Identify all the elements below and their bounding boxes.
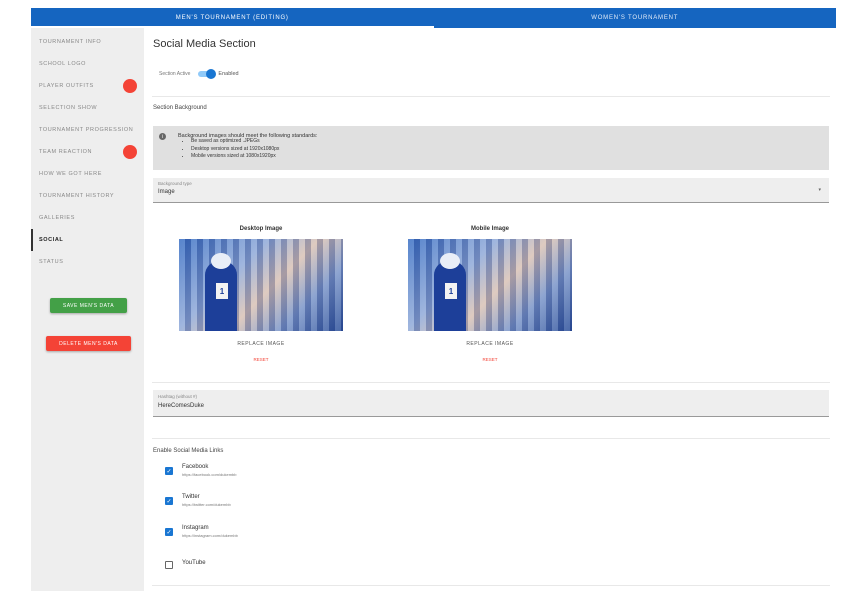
mascot-number-graphic: 1 bbox=[445, 283, 457, 299]
social-link-name: Instagram bbox=[182, 525, 209, 531]
replace-desktop-image-button[interactable]: REPLACE IMAGE bbox=[226, 338, 296, 350]
app-window: MEN'S TOURNAMENT (EDITING) WOMEN'S TOURN… bbox=[31, 8, 836, 591]
background-info-box: i Background images should meet the foll… bbox=[153, 126, 829, 170]
switch-knob bbox=[206, 69, 217, 79]
divider bbox=[152, 585, 830, 586]
desktop-image-preview: 1 bbox=[179, 239, 343, 331]
mobile-image-panel: Mobile Image 1 REPLACE IMAGE RESET bbox=[408, 226, 572, 362]
sidebar-item-label: PLAYER OUTFITS bbox=[39, 83, 94, 89]
sidebar-item-label: TOURNAMENT HISTORY bbox=[39, 193, 115, 199]
tab-mens-tournament[interactable]: MEN'S TOURNAMENT (EDITING) bbox=[31, 8, 434, 28]
sidebar-item-label: SCHOOL LOGO bbox=[39, 61, 87, 67]
background-type-select[interactable]: Background type Image ▾ bbox=[153, 178, 829, 203]
social-link-url: https://facebook.com/dukembb bbox=[182, 472, 237, 477]
crowd-graphic bbox=[179, 239, 343, 331]
sidebar-item-galleries[interactable]: GALLERIES bbox=[31, 207, 144, 229]
replace-mobile-image-button[interactable]: REPLACE IMAGE bbox=[455, 338, 525, 350]
sidebar-item-tournament-history[interactable]: TOURNAMENT HISTORY bbox=[31, 185, 144, 207]
sidebar: TOURNAMENT INFO SCHOOL LOGO PLAYER OUTFI… bbox=[31, 28, 144, 591]
chevron-down-icon: ▾ bbox=[818, 187, 821, 193]
select-label: Background type bbox=[158, 181, 192, 186]
mascot-head-graphic bbox=[211, 253, 231, 269]
info-item: Mobile versions sized at 1080x1920px bbox=[191, 153, 279, 161]
save-mens-data-button[interactable]: SAVE MEN'S DATA bbox=[50, 298, 127, 313]
delete-mens-data-button[interactable]: DELETE MEN'S DATA bbox=[46, 336, 131, 351]
section-active-toggle-row: Section Active Enabled bbox=[159, 68, 239, 80]
info-icon: i bbox=[159, 133, 166, 140]
sidebar-item-label: SELECTION SHOW bbox=[39, 105, 98, 111]
social-link-url: https://twitter.com/dukembb bbox=[182, 502, 231, 507]
desktop-image-title: Desktop Image bbox=[239, 226, 283, 232]
sidebar-item-selection-show[interactable]: SELECTION SHOW bbox=[31, 97, 144, 119]
sidebar-item-status[interactable]: STATUS bbox=[31, 251, 144, 273]
youtube-checkbox[interactable] bbox=[165, 561, 173, 569]
section-active-switch[interactable] bbox=[198, 69, 217, 79]
social-link-text: Facebook https://facebook.com/dukembb bbox=[182, 464, 236, 477]
page-title: Social Media Section bbox=[153, 38, 256, 50]
sidebar-item-school-logo[interactable]: SCHOOL LOGO bbox=[31, 53, 144, 75]
select-value: Image bbox=[158, 189, 175, 195]
section-background-heading: Section Background bbox=[153, 105, 207, 111]
reset-desktop-image-link[interactable]: RESET bbox=[179, 357, 343, 362]
crowd-graphic bbox=[408, 239, 572, 331]
desktop-image-panel: Desktop Image 1 REPLACE IMAGE RESET bbox=[179, 226, 343, 362]
mascot-number-graphic: 1 bbox=[216, 283, 228, 299]
social-link-url: https://instagram.com/dukembb bbox=[182, 533, 238, 538]
sidebar-item-label: SOCIAL bbox=[39, 237, 64, 243]
sidebar-item-social[interactable]: SOCIAL bbox=[31, 229, 144, 251]
info-item: Desktop versions sized at 1920x1080px bbox=[191, 146, 279, 154]
divider bbox=[152, 96, 830, 97]
social-link-instagram: ✓ Instagram https://instagram.com/dukemb… bbox=[165, 525, 238, 547]
alert-badge bbox=[123, 145, 137, 159]
mobile-image-preview: 1 bbox=[408, 239, 572, 331]
mobile-image-title: Mobile Image bbox=[470, 226, 509, 232]
social-link-facebook: ✓ Facebook https://facebook.com/dukembb bbox=[165, 464, 236, 486]
tournament-tabs: MEN'S TOURNAMENT (EDITING) WOMEN'S TOURN… bbox=[31, 8, 836, 28]
hashtag-label: Hashtag (without #) bbox=[158, 394, 198, 399]
social-link-text: Instagram https://instagram.com/dukembb bbox=[182, 525, 238, 538]
social-link-name: YouTube bbox=[182, 560, 206, 566]
hashtag-value: HereComesDuke bbox=[158, 403, 205, 409]
sidebar-item-tournament-info[interactable]: TOURNAMENT INFO bbox=[31, 31, 144, 53]
sidebar-item-label: TEAM REACTION bbox=[39, 149, 93, 155]
social-link-text: Twitter https://twitter.com/dukembb bbox=[182, 494, 231, 507]
alert-badge bbox=[123, 79, 137, 93]
mascot-head-graphic bbox=[440, 253, 460, 269]
sidebar-item-team-reaction[interactable]: TEAM REACTION bbox=[31, 141, 144, 163]
tab-womens-tournament[interactable]: WOMEN'S TOURNAMENT bbox=[434, 8, 837, 28]
sidebar-item-label: HOW WE GOT HERE bbox=[39, 171, 102, 177]
divider bbox=[152, 438, 830, 439]
toggle-label: Section Active bbox=[159, 71, 191, 77]
sidebar-item-label: GALLERIES bbox=[39, 215, 75, 221]
sidebar-item-player-outfits[interactable]: PLAYER OUTFITS bbox=[31, 75, 144, 97]
hashtag-field[interactable]: Hashtag (without #) HereComesDuke bbox=[153, 390, 829, 417]
social-link-text: YouTube bbox=[182, 558, 206, 566]
divider bbox=[152, 382, 830, 383]
main-content: Social Media Section Section Active Enab… bbox=[152, 28, 830, 591]
sidebar-item-label: STATUS bbox=[39, 259, 64, 265]
instagram-checkbox[interactable]: ✓ bbox=[165, 528, 173, 536]
social-link-twitter: ✓ Twitter https://twitter.com/dukembb bbox=[165, 494, 231, 516]
social-link-youtube: YouTube bbox=[165, 558, 206, 580]
info-item: Be saved as optimized .JPEGs bbox=[191, 138, 279, 146]
social-link-name: Facebook bbox=[182, 464, 209, 470]
sidebar-item-label: TOURNAMENT INFO bbox=[39, 39, 102, 45]
twitter-checkbox[interactable]: ✓ bbox=[165, 497, 173, 505]
reset-mobile-image-link[interactable]: RESET bbox=[408, 357, 572, 362]
social-links-heading: Enable Social Media Links bbox=[153, 448, 224, 454]
facebook-checkbox[interactable]: ✓ bbox=[165, 467, 173, 475]
sidebar-item-tournament-progression[interactable]: TOURNAMENT PROGRESSION bbox=[31, 119, 144, 141]
social-link-name: Twitter bbox=[182, 494, 200, 500]
sidebar-item-label: TOURNAMENT PROGRESSION bbox=[39, 127, 134, 133]
info-list: Be saved as optimized .JPEGs Desktop ver… bbox=[183, 138, 279, 161]
toggle-state-label: Enabled bbox=[218, 71, 239, 77]
sidebar-item-how-we-got-here[interactable]: HOW WE GOT HERE bbox=[31, 163, 144, 185]
